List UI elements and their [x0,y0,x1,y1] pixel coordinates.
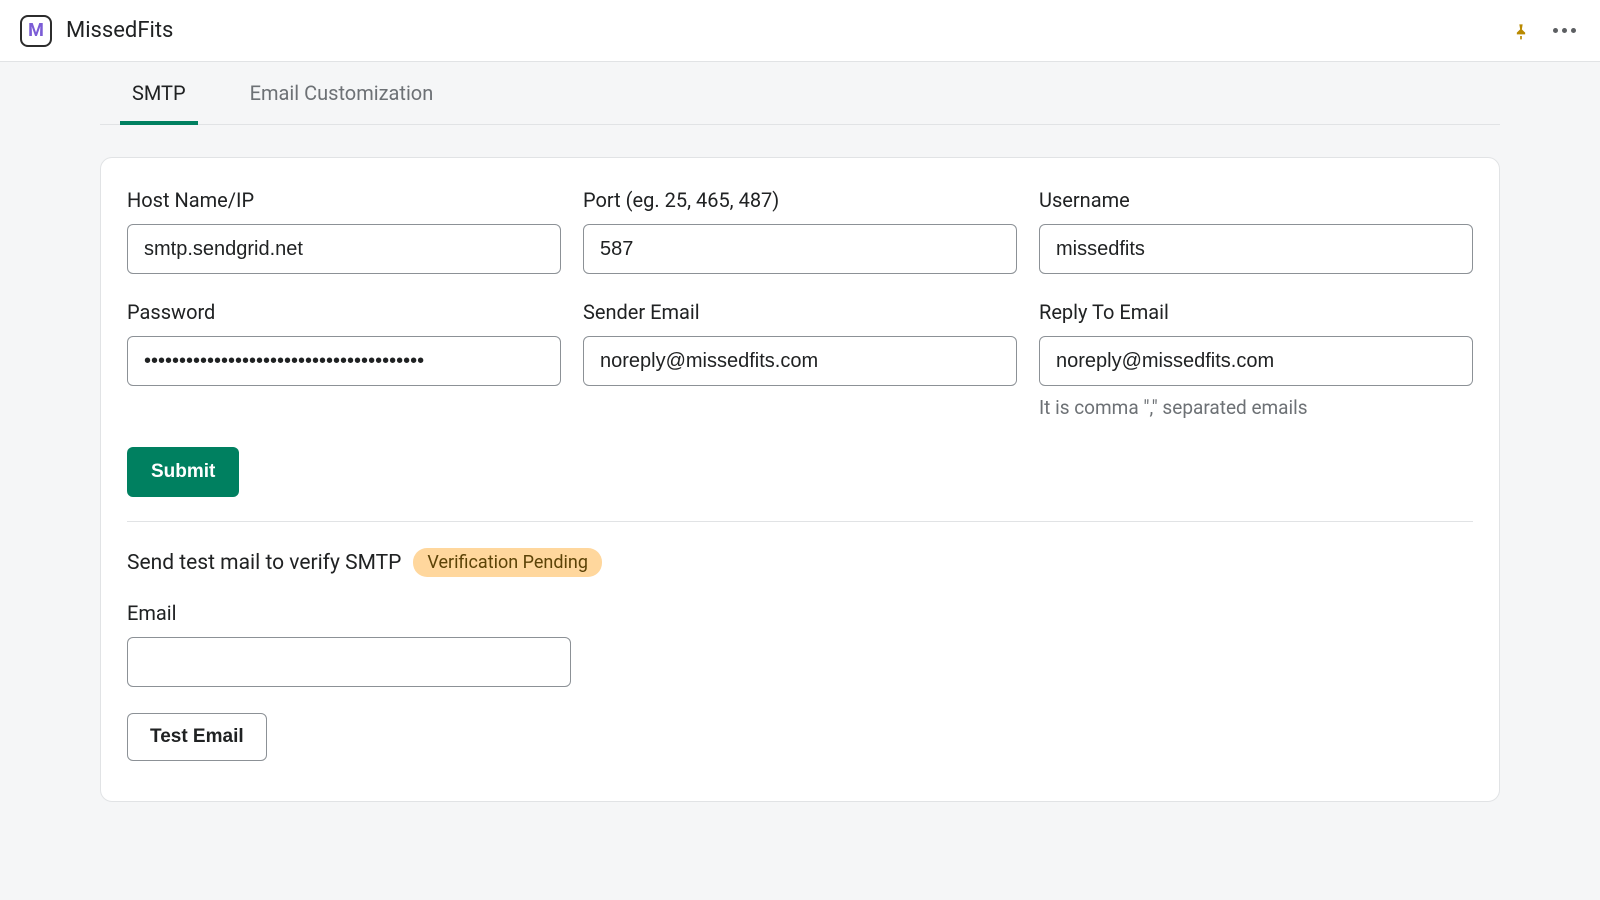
field-port: Port (eg. 25, 465, 487) [583,188,1017,274]
smtp-form-grid: Host Name/IP Port (eg. 25, 465, 487) Use… [127,188,1473,419]
input-reply-to[interactable] [1039,336,1473,386]
field-reply-to: Reply To Email It is comma "," separated… [1039,300,1473,419]
topbar-left: M MissedFits [20,15,173,47]
app-logo: M [20,15,52,47]
tab-email-customization[interactable]: Email Customization [238,63,446,125]
tabs: SMTP Email Customization [100,62,1500,125]
more-icon[interactable] [1549,24,1580,37]
topbar-right [1511,21,1580,41]
field-username: Username [1039,188,1473,274]
input-test-email[interactable] [127,637,571,687]
verify-heading: Send test mail to verify SMTP [127,551,401,575]
input-sender-email[interactable] [583,336,1017,386]
tab-smtp[interactable]: SMTP [120,63,198,125]
smtp-settings-card: Host Name/IP Port (eg. 25, 465, 487) Use… [100,157,1500,802]
verification-status-badge: Verification Pending [413,548,602,577]
label-reply-to: Reply To Email [1039,300,1473,324]
pin-icon[interactable] [1511,21,1531,41]
label-username: Username [1039,188,1473,212]
help-reply-to: It is comma "," separated emails [1039,396,1473,419]
label-port: Port (eg. 25, 465, 487) [583,188,1017,212]
app-title: MissedFits [66,18,173,43]
submit-button[interactable]: Submit [127,447,239,497]
input-username[interactable] [1039,224,1473,274]
page-body: SMTP Email Customization Host Name/IP Po… [0,62,1600,802]
verify-heading-row: Send test mail to verify SMTP Verificati… [127,548,1473,577]
field-sender-email: Sender Email [583,300,1017,419]
field-password: Password [127,300,561,419]
field-host: Host Name/IP [127,188,561,274]
test-email-button[interactable]: Test Email [127,713,267,761]
label-password: Password [127,300,561,324]
app-logo-letter: M [28,20,44,41]
section-divider [127,521,1473,522]
label-test-email: Email [127,601,571,625]
input-host[interactable] [127,224,561,274]
field-test-email: Email [127,601,571,687]
topbar: M MissedFits [0,0,1600,62]
input-password[interactable] [127,336,561,386]
input-port[interactable] [583,224,1017,274]
label-sender-email: Sender Email [583,300,1017,324]
label-host: Host Name/IP [127,188,561,212]
